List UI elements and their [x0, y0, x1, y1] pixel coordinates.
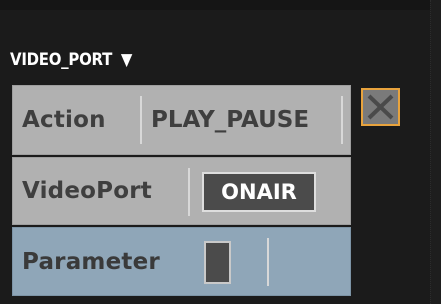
- node-title: VIDEO_PORT: [10, 50, 113, 70]
- action-label: Action: [22, 107, 106, 133]
- parameter-slot[interactable]: [204, 241, 231, 284]
- action-value[interactable]: PLAY_PAUSE: [151, 107, 309, 133]
- videoport-row: VideoPort ONAIR: [12, 157, 351, 225]
- top-strip: [0, 0, 441, 10]
- parameter-row: Parameter: [12, 227, 351, 296]
- action-row: Action PLAY_PAUSE: [12, 85, 351, 155]
- triangle-down-icon[interactable]: ▼: [121, 50, 133, 70]
- canvas-edge: [430, 0, 441, 304]
- parameter-label: Parameter: [22, 248, 160, 275]
- row-separator: [188, 168, 190, 216]
- row-separator: [341, 96, 343, 144]
- close-icon[interactable]: [361, 88, 400, 126]
- row-separator: [140, 96, 142, 144]
- videoport-label: VideoPort: [22, 178, 152, 204]
- node-editor-canvas: VIDEO_PORT ▼ Action PLAY_PAUSE VideoPort…: [0, 0, 441, 304]
- row-separator: [267, 238, 269, 286]
- node-header[interactable]: VIDEO_PORT ▼: [10, 44, 132, 76]
- onair-button[interactable]: ONAIR: [202, 172, 316, 212]
